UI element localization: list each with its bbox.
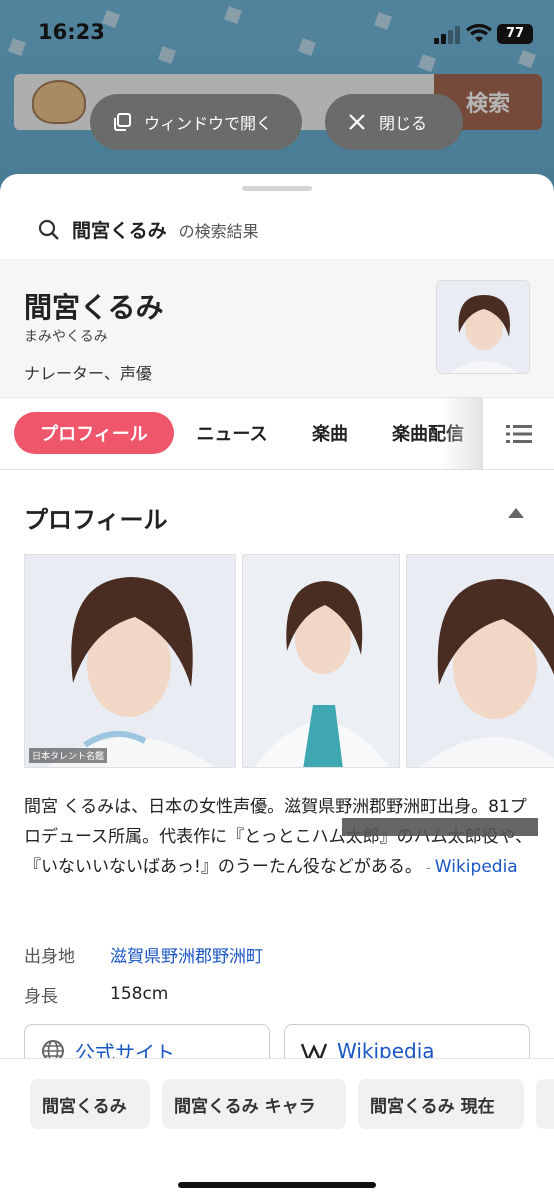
related-chip[interactable]: 間宮くるみ キャラ	[162, 1079, 346, 1129]
profile-section-title: プロフィール	[24, 506, 168, 534]
fact-label: 出身地	[24, 946, 75, 967]
related-chip[interactable]: 間宮くるみ	[30, 1079, 150, 1129]
portrait-image	[25, 555, 235, 767]
battery-indicator: 77	[497, 24, 533, 44]
search-query: 間宮くるみ	[72, 220, 167, 242]
entity-occupation: ナレーター、声優	[24, 364, 152, 383]
wikipedia-source-link[interactable]: Wikipedia	[435, 857, 518, 877]
source-separator: -	[421, 861, 435, 876]
portrait-image	[437, 281, 529, 373]
redaction-bar	[342, 818, 538, 836]
search-icon	[38, 219, 59, 240]
cellular-signal-icon	[434, 26, 462, 44]
search-result-sheet: 間宮くるみ の検索結果 間宮くるみ まみやくるみ ナレーター、声優 プロフィール…	[0, 174, 554, 1200]
tab-news[interactable]: ニュース	[186, 412, 278, 454]
entity-reading: まみやくるみ	[24, 329, 108, 345]
tab-list-button[interactable]	[482, 398, 554, 470]
gallery-photo[interactable]: 日本タレント名鑑	[24, 554, 236, 768]
related-chip-overflow[interactable]	[536, 1079, 554, 1129]
birthplace-link[interactable]: 滋賀県野洲郡野洲町	[110, 942, 263, 967]
profile-facts: 出身地 滋賀県野洲郡野洲町 身長 158cm	[24, 934, 536, 1014]
collapse-caret-icon[interactable]	[508, 508, 524, 518]
home-indicator[interactable]	[178, 1182, 376, 1188]
related-chip[interactable]: 間宮くるみ 現在	[358, 1079, 524, 1129]
search-header: 間宮くるみ の検索結果	[0, 200, 554, 260]
close-icon	[349, 114, 365, 130]
fact-row-height: 身長 158cm	[24, 974, 536, 1014]
tab-bar: プロフィール ニュース 楽曲 楽曲配信	[0, 398, 554, 470]
status-bar: 16:23 77	[0, 0, 554, 66]
tab-songs[interactable]: 楽曲	[296, 412, 364, 454]
fact-row-birthplace: 出身地 滋賀県野洲郡野洲町	[24, 934, 536, 974]
close-label: 閉じる	[379, 114, 428, 133]
entity-name: 間宮くるみ	[24, 291, 164, 324]
fact-value: 158cm	[110, 984, 169, 1004]
related-searches: 間宮くるみ 間宮くるみ キャラ 間宮くるみ 現在	[0, 1058, 554, 1200]
sheet-grabber[interactable]	[242, 186, 312, 191]
status-time: 16:23	[38, 20, 105, 44]
window-icon	[114, 113, 131, 131]
portrait-image	[243, 555, 399, 767]
search-suffix: の検索結果	[178, 221, 259, 241]
profile-description: 間宮 くるみは、日本の女性声優。滋賀県野洲郡野洲町出身。81プロデュース所属。代…	[24, 792, 536, 884]
list-icon	[505, 425, 532, 443]
open-in-window-label: ウィンドウで開く	[144, 114, 273, 133]
portrait-image	[407, 555, 554, 767]
open-in-window-button[interactable]: ウィンドウで開く	[90, 94, 302, 150]
entity-thumbnail[interactable]	[436, 280, 530, 374]
gallery-photo[interactable]	[242, 554, 400, 768]
entity-header: 間宮くるみ まみやくるみ ナレーター、声優	[0, 260, 554, 398]
gallery-photo[interactable]	[406, 554, 554, 768]
tab-scroll-fade	[440, 398, 482, 470]
tab-profile[interactable]: プロフィール	[14, 412, 174, 454]
fact-label: 身長	[24, 986, 58, 1007]
photo-credit: 日本タレント名鑑	[29, 748, 108, 763]
close-button[interactable]: 閉じる	[325, 94, 463, 150]
wifi-icon	[466, 24, 492, 42]
